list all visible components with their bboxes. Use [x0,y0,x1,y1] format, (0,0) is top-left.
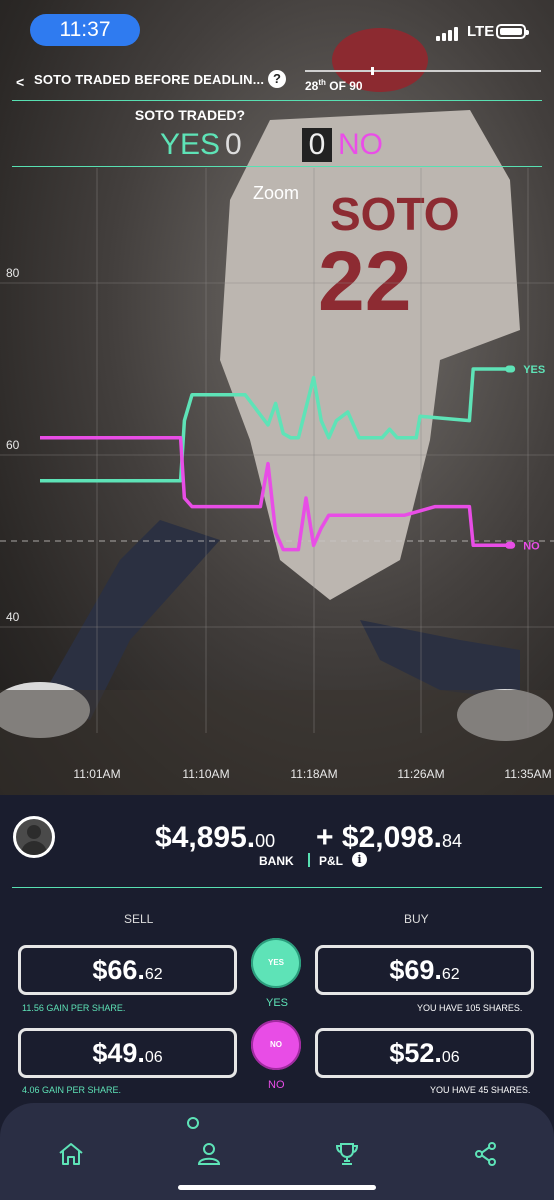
buy-label: BUY [404,912,429,926]
tab-bar [0,1103,554,1200]
bank-label: BANK [259,854,294,868]
info-icon[interactable]: i [352,852,367,867]
rank-progress-bar [305,67,541,75]
yes-count: 0 [225,128,242,161]
x-tick-label: 11:35AM [504,767,551,781]
chart-panel: SOTO 22 11:37 LTE < SOTO TRADED BEFORE D… [0,0,554,795]
no-label: NO [338,128,383,161]
sell-no-button[interactable]: $49.06 [18,1028,237,1078]
yes-label: YES [160,128,221,161]
sell-yes-button[interactable]: $66.62 [18,945,237,995]
series-label: NO [523,540,540,552]
buy-no-button[interactable]: $52.06 [315,1028,534,1078]
series-end-marker [505,365,516,373]
bank-balance: $4,895.00 [155,821,276,854]
no-bubble[interactable]: NO [251,1020,301,1070]
signal-icon [436,27,458,41]
status-bar: 11:37 LTE [0,0,554,60]
yes-shares-note: YOU HAVE 105 SHARES. [417,1003,523,1013]
series-line-yes [40,367,512,483]
status-time: 11:37 [30,14,140,46]
x-tick-label: 11:10AM [182,767,229,781]
no-bubble-label: NO [268,1079,285,1091]
back-icon[interactable]: < [16,74,24,90]
pl-balance: + $2,098.84 [316,821,463,854]
no-count: 0 [302,128,332,162]
top-nav: < SOTO TRADED BEFORE DEADLIN... ? 28th O… [0,60,554,104]
x-tick-label: 11:26AM [397,767,444,781]
series-label: YES [523,364,545,376]
y-tick-label: 40 [6,610,20,624]
separator [308,853,310,867]
no-shares-note: YOU HAVE 45 SHARES. [430,1085,531,1095]
network-label: LTE [467,23,495,40]
price-chart[interactable]: 80 60 40 11:01AM 11:10AM 11:18AM 11:26AM 11:35A… [0,168,554,795]
home-icon[interactable] [56,1139,86,1169]
share-icon[interactable] [471,1139,501,1169]
buy-yes-button[interactable]: $69.62 [315,945,534,995]
help-icon[interactable]: ? [268,70,286,88]
trophy-icon[interactable] [332,1139,362,1169]
sell-label: SELL [124,912,154,926]
rank-progress-knob [371,67,375,75]
series-end-marker [505,541,516,549]
home-indicator [178,1185,376,1190]
x-tick-label: 11:01AM [73,767,120,781]
yes-bubble-label: YES [266,997,289,1009]
battery-icon [496,24,529,39]
avatar[interactable] [13,816,55,858]
x-tick-label: 11:18AM [290,767,337,781]
active-tab-indicator [187,1117,199,1129]
zoom-button[interactable]: Zoom [253,183,299,204]
rank-label: 28th OF 90 [305,78,363,93]
question-title: SOTO TRADED? [134,107,246,123]
y-tick-label: 80 [6,266,20,280]
market-title[interactable]: SOTO TRADED BEFORE DEADLIN... [34,72,264,87]
yes-bubble[interactable]: YES [251,938,301,988]
yes-gain-note: 11.56 GAIN PER SHARE. [22,1003,126,1013]
pl-label: P&L [319,854,343,868]
user-icon[interactable] [194,1139,224,1169]
divider [12,166,542,167]
divider [12,100,542,101]
no-gain-note: 4.06 GAIN PER SHARE. [22,1085,122,1095]
y-tick-label: 60 [6,438,20,452]
divider [12,887,542,888]
